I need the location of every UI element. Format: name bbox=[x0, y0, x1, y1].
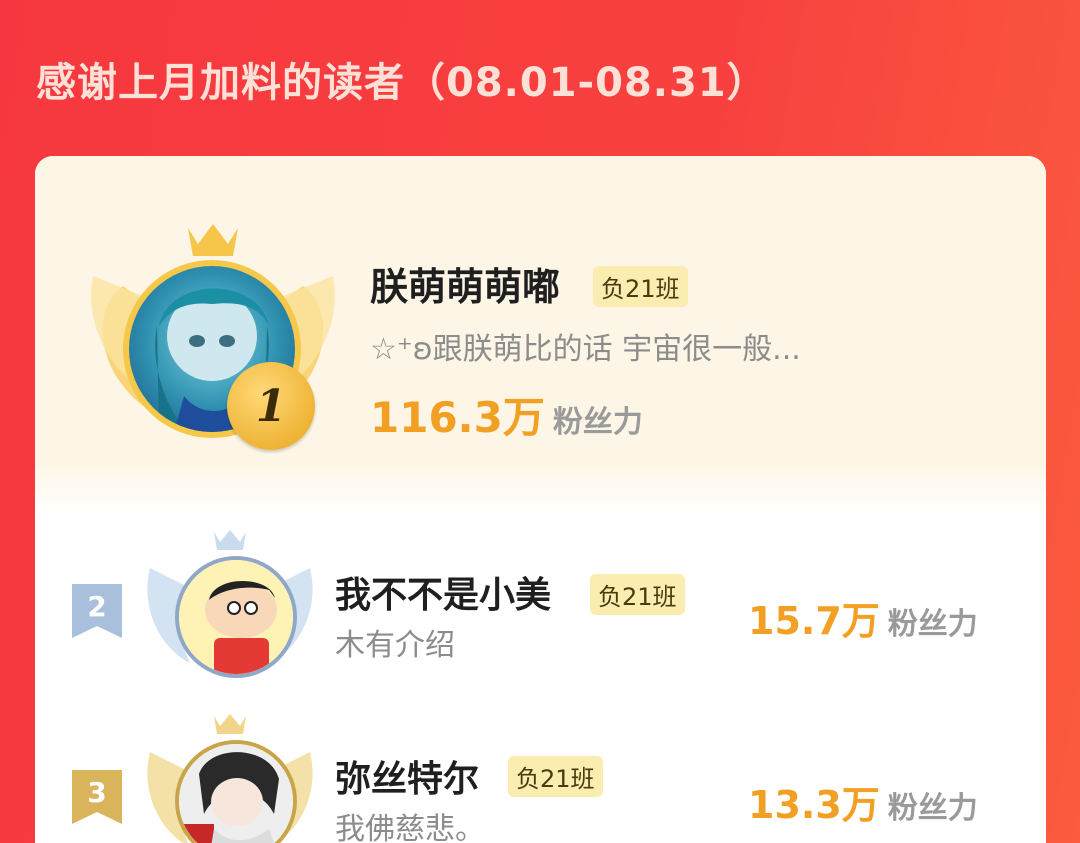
avatar-illustration-icon bbox=[179, 560, 293, 674]
fan-power-value: 15.7万 bbox=[748, 599, 880, 643]
reader-bio: 木有介绍 bbox=[335, 628, 455, 663]
rank-2-label: 2 bbox=[72, 584, 122, 638]
class-tag: 负21班 bbox=[508, 756, 603, 797]
fan-power-score: 116.3万 粉丝力 bbox=[370, 384, 643, 445]
reader-name[interactable]: 弥丝特尔 bbox=[335, 750, 479, 802]
reader-bio: 我佛慈悲。 bbox=[335, 812, 485, 843]
rank-3-label: 3 bbox=[72, 770, 122, 824]
class-tag: 负21班 bbox=[593, 266, 688, 307]
fan-power-label: 粉丝力 bbox=[887, 791, 978, 826]
fan-power-score: 13.3万 粉丝力 bbox=[748, 774, 978, 829]
page-title: 感谢上月加料的读者（08.01-08.31） bbox=[36, 60, 768, 106]
rank-1-badge: 1 bbox=[227, 362, 315, 450]
fan-power-label: 粉丝力 bbox=[887, 607, 978, 642]
class-tag: 负21班 bbox=[590, 574, 685, 615]
rank-number: 3 bbox=[87, 776, 107, 809]
fan-power-value: 13.3万 bbox=[748, 783, 880, 827]
avatar-illustration-icon bbox=[179, 744, 293, 843]
avatar[interactable] bbox=[175, 556, 297, 678]
fan-power-score: 15.7万 粉丝力 bbox=[748, 590, 978, 645]
reader-name[interactable]: 朕萌萌萌嘟 bbox=[370, 256, 560, 311]
reader-bio: ☆⁺ʚ跟朕萌比的话 宇宙很一般... bbox=[370, 332, 801, 367]
rank-number: 2 bbox=[87, 590, 107, 623]
reader-name[interactable]: 我不不是小美 bbox=[335, 566, 551, 618]
fan-power-value: 116.3万 bbox=[370, 393, 545, 442]
reader-ranking-card: 1 朕萌萌萌嘟 负21班 ☆⁺ʚ跟朕萌比的话 宇宙很一般... 116.3万 粉丝… bbox=[35, 156, 1046, 843]
fan-power-label: 粉丝力 bbox=[552, 405, 643, 440]
